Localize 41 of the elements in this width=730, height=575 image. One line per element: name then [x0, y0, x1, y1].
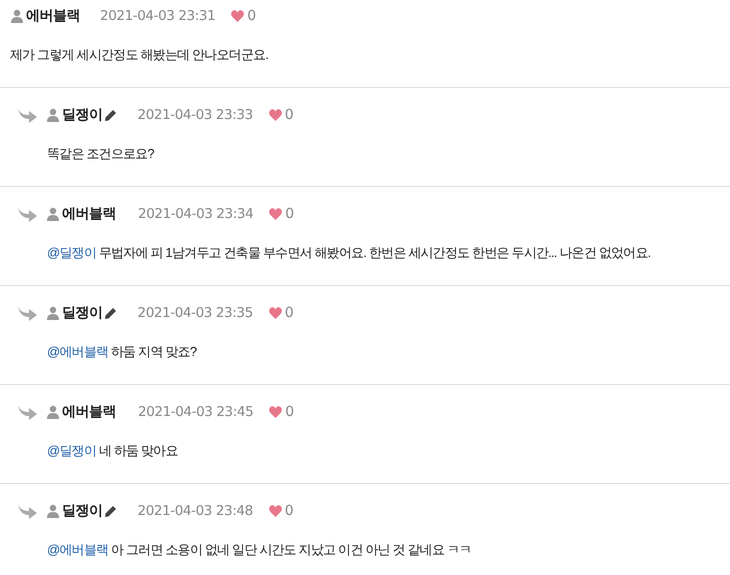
- comment-date: 2021-04-03 23:34: [138, 206, 254, 222]
- user-icon: [46, 108, 60, 122]
- author-name[interactable]: 딜쟁이: [62, 304, 102, 322]
- comment-date: 2021-04-03 23:48: [138, 503, 253, 519]
- heart-icon[interactable]: [268, 307, 282, 319]
- like-count: 0: [247, 8, 256, 24]
- user-icon: [10, 9, 24, 23]
- comment-text: @에버블랙 하둠 지역 맞죠?: [47, 343, 198, 361]
- comment-text: 똑같은 조건으로요?: [47, 145, 156, 163]
- heart-icon[interactable]: [269, 406, 282, 418]
- reply-arrow-icon: [16, 305, 38, 321]
- user-icon: [46, 405, 60, 419]
- author-name[interactable]: 에버블랙: [62, 403, 116, 421]
- user-icon: [46, 504, 60, 518]
- like-count: 0: [284, 107, 294, 123]
- comment-date: 2021-04-03 23:45: [138, 404, 254, 420]
- reply-arrow-icon: [16, 404, 38, 420]
- reply-arrow-icon: [16, 107, 38, 123]
- like-count: 0: [284, 305, 294, 321]
- comment-text: @에버블랙 아 그러면 소용이 없네 일단 시간도 지났고 이건 아닌 것 같네요 ㅋㅋ: [47, 541, 472, 559]
- author-name[interactable]: 딜쟁이: [62, 502, 102, 520]
- comment-date: 2021-04-03 23:35: [138, 305, 253, 321]
- like-count: 0: [284, 503, 294, 519]
- like-count: 0: [285, 404, 294, 420]
- comment-text: 제가 그렇게 세시간정도 해봤는데 안나오더군요.: [10, 46, 270, 64]
- comment-text: @딜쟁이 무법자에 피 1남겨두고 건축물 부수면서 해봤어요. 한번은 세시간정도 한번은 두시간... 나온건 없었어요.: [47, 244, 652, 262]
- user-icon: [46, 207, 60, 221]
- user-icon: [46, 306, 60, 320]
- comment-text: @딜쟁이 네 하둠 맞아요: [47, 442, 179, 460]
- reply-arrow-icon: [16, 206, 38, 222]
- like-count: 0: [285, 206, 294, 222]
- heart-icon[interactable]: [268, 505, 282, 517]
- heart-icon[interactable]: [269, 208, 282, 220]
- reply-arrow-icon: [16, 503, 38, 519]
- author-name[interactable]: 에버블랙: [62, 205, 116, 223]
- heart-icon[interactable]: [231, 10, 244, 22]
- heart-icon[interactable]: [268, 109, 282, 121]
- comment-date: 2021-04-03 23:31: [100, 8, 216, 24]
- comment-date: 2021-04-03 23:33: [138, 107, 253, 123]
- author-name[interactable]: 딜쟁이: [62, 106, 102, 124]
- author-name[interactable]: 에버블랙: [26, 7, 80, 25]
